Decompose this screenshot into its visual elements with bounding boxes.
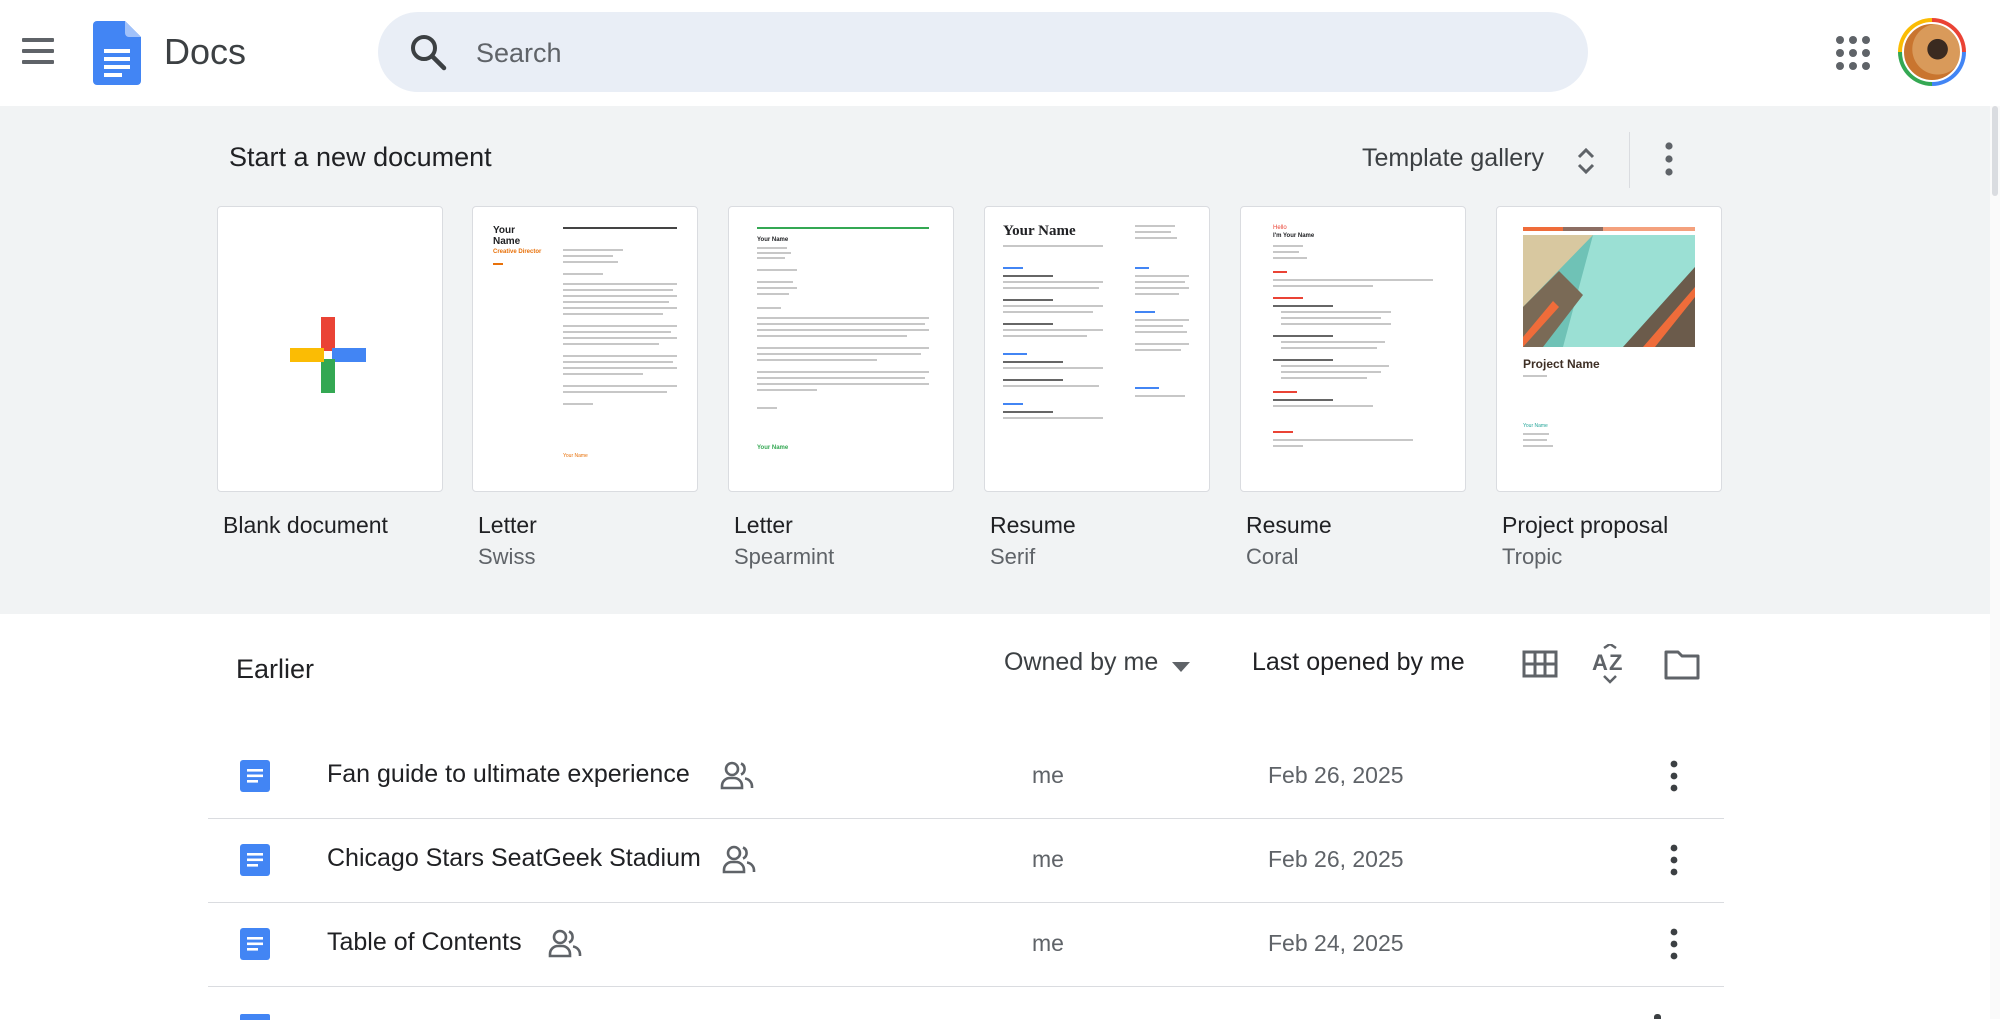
template-subtitle: Serif (990, 544, 1036, 569)
folder-icon[interactable] (1662, 644, 1702, 684)
caret-down-icon (1172, 662, 1190, 672)
thumb-name: Your Name (1003, 223, 1076, 239)
template-title: Letter (734, 512, 793, 538)
more-options-icon[interactable] (1654, 1014, 1661, 1019)
top-bar: Docs (0, 0, 2000, 106)
template-gallery-label: Template gallery (1362, 144, 1545, 172)
template-thumbnail[interactable] (217, 206, 443, 492)
docs-logo-icon[interactable] (93, 21, 141, 85)
more-options-icon[interactable] (1664, 840, 1684, 880)
tropic-cover-art (1523, 227, 1695, 347)
document-row[interactable]: Table of Contents me Feb 24, 2025 (208, 902, 1724, 987)
owner-filter-dropdown[interactable]: Owned by me (1004, 648, 1190, 688)
thumb-signature: Your Name (563, 453, 588, 459)
document-owner: me (1032, 762, 1064, 788)
thumb-role: Creative Director (493, 249, 542, 255)
recent-documents: Earlier Owned by me Last opened by me A … (0, 614, 1990, 1020)
document-title[interactable]: Chicago Stars SeatGeek Stadium (327, 844, 701, 873)
document-row[interactable]: Chicago Stars SeatGeek Stadium me Feb 26… (208, 818, 1724, 903)
template-title: Blank document (223, 512, 388, 538)
document-title[interactable]: Fan guide to ultimate experience (327, 760, 690, 789)
template-subtitle: Swiss (478, 544, 536, 569)
thumb-signature: Your Name (757, 445, 789, 451)
search-bar[interactable] (378, 12, 1588, 92)
doc-file-icon (240, 1014, 270, 1020)
avatar-photo (1902, 22, 1962, 82)
scrollbar-thumb[interactable] (1992, 106, 1998, 196)
document-row[interactable]: Fan guide to ultimate experience me Feb … (208, 734, 1724, 819)
template-letter-spearmint[interactable]: Your Name Your Name Letter Spearmint (728, 206, 956, 569)
thumb-hello: Hello (1273, 225, 1287, 231)
more-options-icon[interactable] (1664, 924, 1684, 964)
toolbar-divider (1629, 132, 1630, 188)
shared-people-icon (722, 845, 756, 874)
template-project-proposal-tropic[interactable]: Project Name Your Name Project proposal … (1496, 206, 1724, 569)
template-title: Letter (478, 512, 537, 538)
list-heading: Earlier (236, 654, 315, 684)
template-title: Resume (990, 512, 1076, 538)
template-title: Resume (1246, 512, 1332, 538)
template-letter-swiss[interactable]: Your Name Creative Director Your Name Le… (472, 206, 700, 569)
thumb-author: Your Name (1523, 423, 1548, 429)
document-date: Feb 26, 2025 (1268, 846, 1404, 872)
document-date: Feb 24, 2025 (1268, 930, 1404, 956)
document-date: Feb 26, 2025 (1268, 762, 1404, 788)
new-document-section: Start a new document Template gallery Bl… (0, 106, 1990, 614)
sort-by-last-opened[interactable]: Last opened by me (1252, 648, 1465, 677)
template-thumbnail[interactable]: Your Name (984, 206, 1210, 492)
template-subtitle: Spearmint (734, 544, 835, 569)
template-thumbnail[interactable]: Your Name Your Name (728, 206, 954, 492)
doc-file-icon (240, 928, 270, 960)
template-blank-document[interactable]: Blank document (217, 206, 445, 538)
section-heading: Start a new document (229, 142, 492, 172)
document-owner: me (1032, 930, 1064, 956)
search-input[interactable] (474, 28, 1558, 78)
main-menu-icon[interactable] (14, 30, 62, 76)
svg-text:A: A (1592, 650, 1608, 675)
template-subtitle: Tropic (1502, 544, 1563, 569)
template-thumbnail[interactable]: Your Name Creative Director Your Name (472, 206, 698, 492)
account-avatar[interactable] (1898, 18, 1966, 86)
thumb-name: I'm Your Name (1273, 233, 1315, 239)
thumb-name: Your Name (757, 237, 789, 243)
search-icon[interactable] (408, 32, 448, 72)
thumb-project-title: Project Name (1523, 357, 1600, 371)
template-resume-serif[interactable]: Your Name Resume Serif (984, 206, 1212, 569)
google-apps-icon[interactable] (1834, 34, 1872, 72)
thumb-name: Your Name (493, 225, 521, 247)
template-thumbnail[interactable]: Project Name Your Name (1496, 206, 1722, 492)
template-thumbnail[interactable]: Hello I'm Your Name (1240, 206, 1466, 492)
document-owner: me (1032, 846, 1064, 872)
app-name[interactable]: Docs (164, 30, 246, 74)
svg-text:Z: Z (1609, 650, 1622, 675)
doc-file-icon (240, 760, 270, 792)
template-title: Project proposal (1502, 512, 1669, 538)
unfold-more-icon (1577, 147, 1595, 175)
grid-view-icon[interactable] (1520, 644, 1560, 684)
more-options-icon[interactable] (1654, 136, 1684, 182)
owner-filter-label: Owned by me (1004, 648, 1159, 676)
template-resume-coral[interactable]: Hello I'm Your Name Resume Coral (1240, 206, 1468, 569)
shared-people-icon (720, 761, 754, 790)
plus-icon (290, 317, 366, 393)
template-subtitle: Coral (1246, 544, 1299, 569)
shared-people-icon (548, 929, 582, 958)
more-options-icon[interactable] (1664, 756, 1684, 796)
sort-az-icon[interactable]: A Z (1590, 644, 1630, 684)
page-scrollbar[interactable] (1990, 106, 2000, 1019)
doc-file-icon (240, 844, 270, 876)
document-title[interactable]: Table of Contents (327, 928, 522, 957)
